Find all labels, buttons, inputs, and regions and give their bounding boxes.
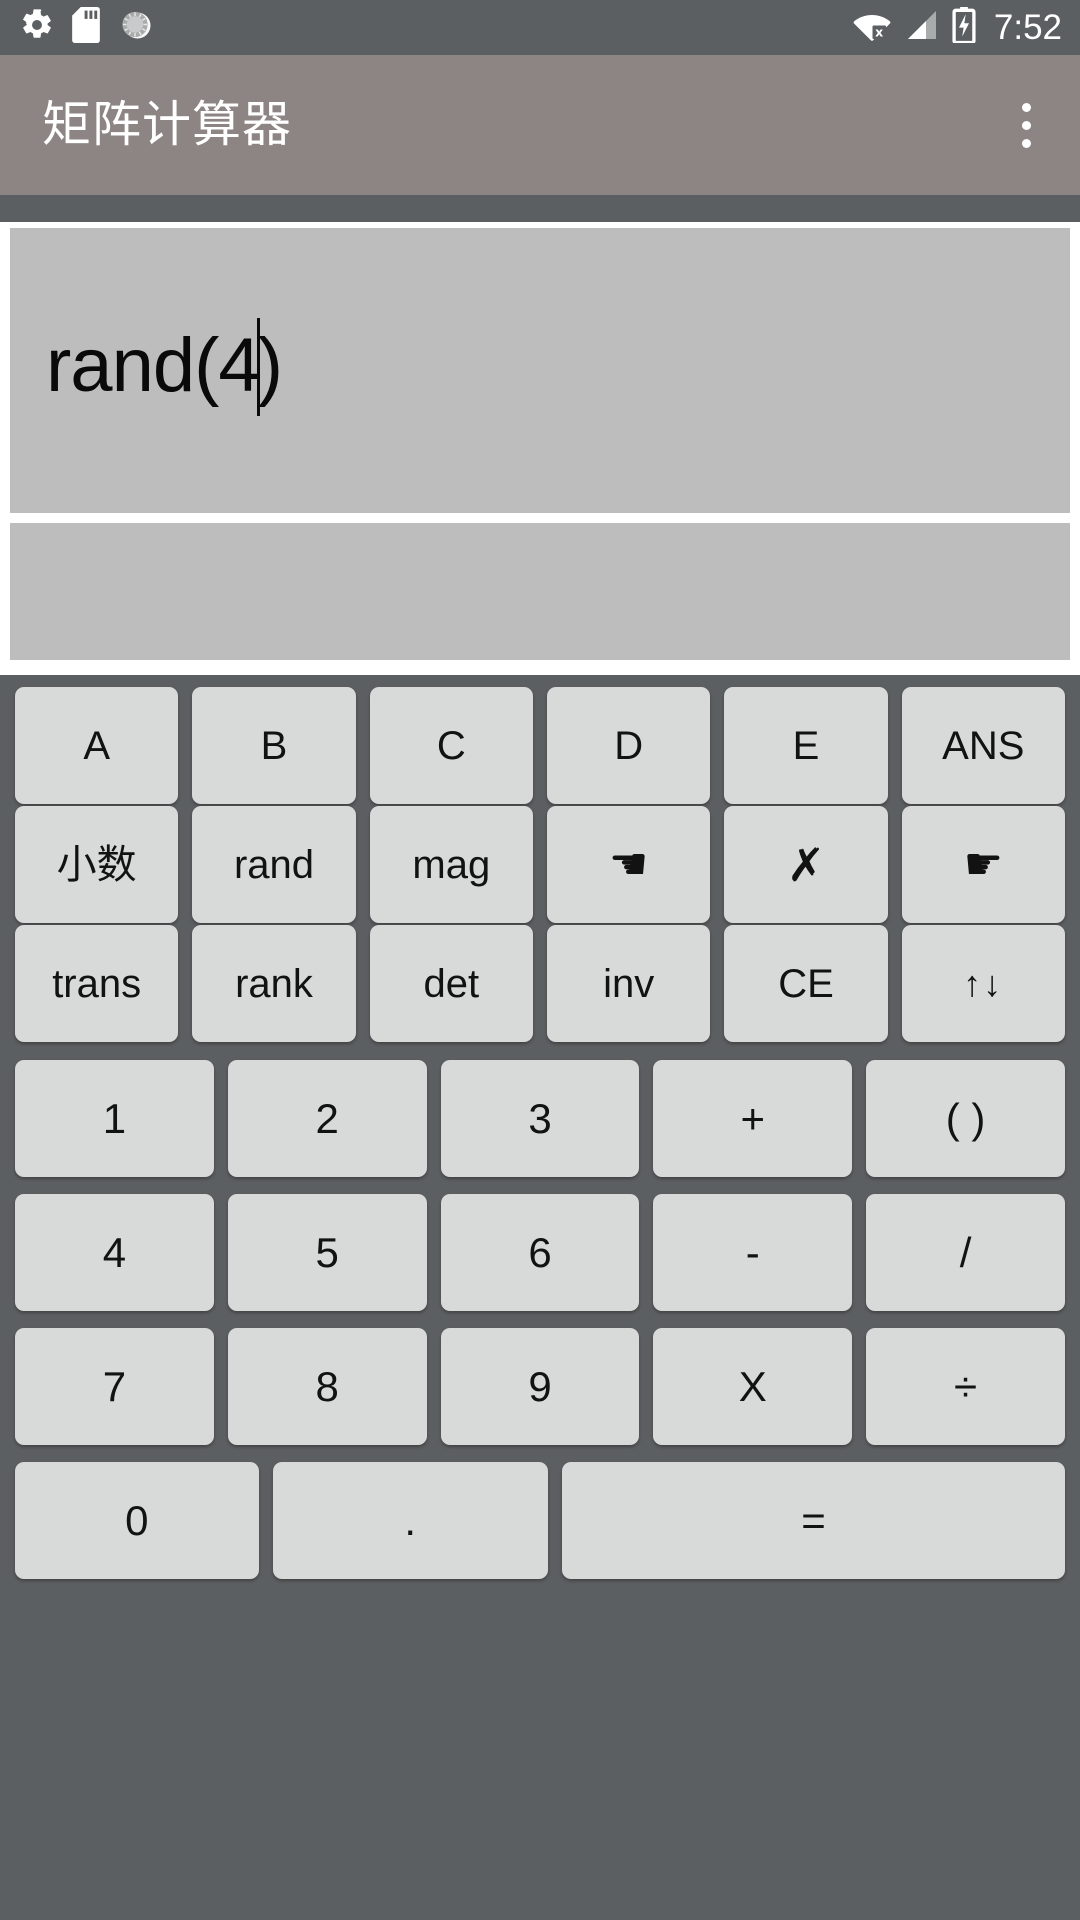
key-divide[interactable]: ÷ [866,1328,1065,1445]
expression-before-cursor: rand(4 [46,322,261,408]
keypad-row-gap [8,1445,1072,1462]
key-rand[interactable]: rand [192,806,356,923]
keypad-row-gap [8,1311,1072,1328]
key-multiply[interactable]: X [653,1328,853,1445]
key-6[interactable]: 6 [440,1194,640,1311]
key-equals[interactable]: = [562,1462,1065,1579]
key-decimal-mode[interactable]: 小数 [15,806,179,923]
page-title: 矩阵计算器 [42,97,293,152]
key-matrix-a[interactable]: A [15,687,179,804]
key-minus[interactable]: - [653,1194,853,1311]
overflow-menu-button[interactable] [998,80,1054,170]
key-rank[interactable]: rank [192,925,356,1042]
overflow-dot-icon [1021,120,1031,130]
key-clear-entry[interactable]: CE [724,925,888,1042]
expression-text: rand(4) [46,317,283,420]
cellular-signal-icon [905,9,939,46]
key-matrix-c[interactable]: C [369,687,533,804]
key-matrix-e[interactable]: E [724,687,888,804]
svg-text:x: x [875,25,883,40]
overflow-dot-icon [1021,102,1031,112]
result-display[interactable] [10,523,1070,660]
key-1[interactable]: 1 [15,1060,214,1177]
status-bar-left-icons [20,7,154,48]
text-cursor [256,317,260,416]
key-decimal-point[interactable]: . [272,1462,548,1579]
status-bar: x 7:52 [0,0,1080,55]
overflow-dot-icon [1021,138,1031,148]
keypad-row-zero-equals: 0 . = [8,1462,1072,1579]
settings-gear-icon [20,8,54,47]
key-plus[interactable]: + [653,1060,853,1177]
key-8[interactable]: 8 [227,1328,427,1445]
key-3[interactable]: 3 [440,1060,640,1177]
expression-input-display[interactable]: rand(4) [10,228,1070,513]
key-7[interactable]: 7 [15,1328,214,1445]
keypad-row-gap [8,1177,1072,1194]
keypad-row-functions-2: trans rank det inv CE ↑↓ [8,925,1072,1042]
key-cursor-left[interactable]: ☚ [546,806,711,923]
keypad: A B C D E ANS 小数 rand mag ☚ ✗ ☛ trans ra… [0,675,1080,1920]
keypad-row-789: 7 8 9 X ÷ [8,1328,1072,1445]
key-matrix-d[interactable]: D [546,687,711,804]
keypad-row-matrices: A B C D E ANS [8,687,1072,804]
key-slash[interactable]: / [866,1194,1065,1311]
key-inverse[interactable]: inv [546,925,711,1042]
app-bar: 矩阵计算器 [0,55,1080,195]
key-determinant[interactable]: det [369,925,533,1042]
sd-card-icon [71,7,101,48]
sync-progress-icon [118,7,154,48]
keypad-row-functions-1: 小数 rand mag ☚ ✗ ☛ [8,806,1072,923]
key-delete[interactable]: ✗ [724,806,888,923]
key-0[interactable]: 0 [15,1462,259,1579]
expression-after-cursor: ) [257,322,283,408]
key-ans[interactable]: ANS [901,687,1065,804]
key-9[interactable]: 9 [440,1328,640,1445]
keypad-section-gap [8,1043,1072,1060]
key-cursor-right[interactable]: ☛ [901,806,1065,923]
status-bar-right-icons: x 7:52 [852,7,1062,48]
toolbar-shadow-strip [0,195,1080,222]
key-parentheses[interactable]: ( ) [866,1060,1065,1177]
keypad-row-456: 4 5 6 - / [8,1194,1072,1311]
key-matrix-b[interactable]: B [192,687,356,804]
key-transpose[interactable]: trans [15,925,179,1042]
status-clock: 7:52 [993,8,1062,47]
battery-charging-icon [952,7,976,48]
wifi-no-internet-icon: x [852,8,892,47]
key-5[interactable]: 5 [227,1194,427,1311]
key-scroll-updown[interactable]: ↑↓ [901,925,1065,1042]
key-4[interactable]: 4 [15,1194,214,1311]
keypad-row-123: 1 2 3 + ( ) [8,1060,1072,1177]
key-2[interactable]: 2 [227,1060,427,1177]
key-magnitude[interactable]: mag [369,806,533,923]
